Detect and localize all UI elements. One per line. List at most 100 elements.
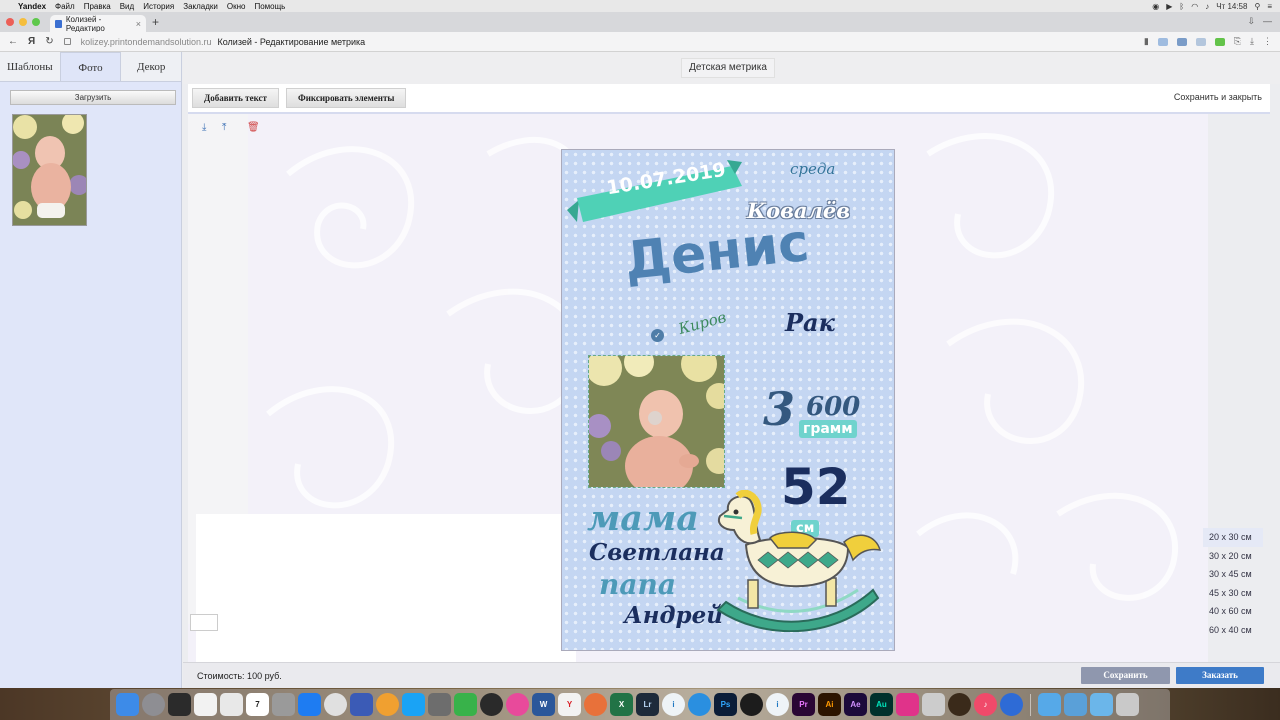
download-arrow-icon[interactable]: ⤓ <box>1250 36 1254 47</box>
extension-vpn-icon[interactable] <box>1176 37 1187 46</box>
stickies-icon[interactable] <box>220 693 243 716</box>
illustrator-icon[interactable]: Ai <box>818 693 841 716</box>
lock-icon[interactable] <box>63 38 71 45</box>
size-option-20x30[interactable]: 20 х 30 см <box>1203 528 1263 547</box>
bookmark-icon[interactable]: ▮ <box>1144 36 1149 47</box>
photoshop-icon[interactable]: Ps <box>714 693 737 716</box>
tab-decor[interactable]: Декор <box>121 52 181 81</box>
wifi-icon[interactable]: ◠ <box>1191 2 1198 11</box>
photos-icon[interactable] <box>376 693 399 716</box>
lightroom-icon[interactable]: Lr <box>636 693 659 716</box>
hidden-input-box[interactable] <box>190 614 218 631</box>
send-backward-icon[interactable]: ⤒ <box>222 122 226 133</box>
tab-photo[interactable]: Фото <box>59 52 122 81</box>
photo-thumbnail[interactable] <box>12 114 87 226</box>
download-icon[interactable]: ⇩ <box>1247 16 1255 27</box>
close-window-icon[interactable] <box>6 18 14 26</box>
url-page-title[interactable]: Колизей - Редактирование метрика <box>218 37 366 47</box>
system-preferences-icon[interactable] <box>428 693 451 716</box>
audition-icon[interactable]: Au <box>870 693 893 716</box>
menu-help[interactable]: Помощь <box>254 2 285 11</box>
safari-icon[interactable] <box>688 693 711 716</box>
word-icon[interactable]: W <box>532 693 555 716</box>
zoom-window-icon[interactable] <box>32 18 40 26</box>
info-app-2-icon[interactable]: i <box>766 693 789 716</box>
keynote-icon[interactable] <box>350 693 373 716</box>
trash-icon[interactable] <box>1116 693 1139 716</box>
after-effects-icon[interactable]: Ae <box>844 693 867 716</box>
yandex-icon[interactable]: Y <box>558 693 581 716</box>
disk-utility-icon[interactable] <box>922 693 945 716</box>
finder-icon[interactable] <box>116 693 139 716</box>
clock[interactable]: Чт 14:58 <box>1216 2 1247 11</box>
clover-icon[interactable] <box>454 693 477 716</box>
bring-forward-icon[interactable]: ⤓ <box>202 122 206 133</box>
birth-city[interactable]: Киров <box>676 308 728 338</box>
check-icon[interactable]: ✓ <box>651 329 664 342</box>
share-icon[interactable]: ⎘ <box>1234 36 1241 47</box>
notes-icon[interactable] <box>194 693 217 716</box>
screen-app-icon[interactable] <box>896 693 919 716</box>
launchpad-icon[interactable] <box>142 693 165 716</box>
volume-icon[interactable]: ♪ <box>1205 2 1209 11</box>
extension-download-icon[interactable] <box>1214 37 1225 46</box>
bluetooth-icon[interactable]: ᛒ <box>1179 2 1184 11</box>
dvd-player-icon[interactable] <box>948 693 971 716</box>
menu-window[interactable]: Окно <box>227 2 246 11</box>
pen-tool-icon[interactable] <box>740 693 763 716</box>
sun-app-icon[interactable] <box>584 693 607 716</box>
menu-app-name[interactable]: Yandex <box>18 2 46 11</box>
music-icon[interactable]: ♪ <box>974 693 997 716</box>
quicktime-icon[interactable] <box>1000 693 1023 716</box>
menu-view[interactable]: Вид <box>120 2 134 11</box>
premiere-icon[interactable]: Pr <box>792 693 815 716</box>
color-picker-icon[interactable] <box>506 693 529 716</box>
add-text-button[interactable]: Добавить текст <box>192 88 279 108</box>
size-option-30x45[interactable]: 30 х 45 см <box>1203 565 1263 584</box>
first-name[interactable]: Денис <box>622 213 812 292</box>
weight-unit-badge[interactable]: грамм <box>799 420 857 438</box>
downloads-folder-icon[interactable] <box>1090 693 1113 716</box>
mission-control-icon[interactable] <box>168 693 191 716</box>
size-option-60x40[interactable]: 60 х 40 см <box>1203 621 1263 640</box>
back-icon[interactable]: ← <box>8 36 18 47</box>
zodiac-sign[interactable]: Рак <box>785 308 835 337</box>
folder-icon[interactable] <box>1038 693 1061 716</box>
save-and-close-link[interactable]: Сохранить и закрыть <box>1174 92 1262 102</box>
minimize-window-icon[interactable] <box>19 18 27 26</box>
menu-bookmarks[interactable]: Закладки <box>183 2 218 11</box>
chrome-icon[interactable] <box>324 693 347 716</box>
weight-kilograms[interactable]: 3 <box>763 382 795 436</box>
url-domain[interactable]: kolizey.printondemandsolution.ru <box>81 37 212 47</box>
excel-icon[interactable]: X <box>610 693 633 716</box>
size-option-40x60[interactable]: 40 х 60 см <box>1203 602 1263 621</box>
order-button[interactable]: Заказать <box>1176 667 1264 684</box>
metric-poster[interactable]: 10.07.2019 среда Ковалёв Денис ✓ Киров Р… <box>561 149 895 651</box>
spotlight-icon[interactable]: ⚲ <box>1254 2 1260 11</box>
weight-grams[interactable]: 600 <box>806 392 860 422</box>
extension-translate-icon[interactable] <box>1195 37 1206 46</box>
calendar-icon[interactable]: 7 <box>246 693 269 716</box>
play-icon[interactable]: ▶ <box>1166 2 1172 11</box>
mother-name[interactable]: Светлана <box>589 539 725 566</box>
more-icon[interactable]: ⋮ <box>1263 36 1272 47</box>
tab-close-icon[interactable]: × <box>136 19 141 29</box>
menu-file[interactable]: Файл <box>55 2 75 11</box>
record-icon[interactable]: ◉ <box>1152 2 1159 11</box>
appstore-blue-icon[interactable] <box>402 693 425 716</box>
upload-button[interactable]: Загрузить <box>10 90 176 105</box>
menu-list-icon[interactable]: ≡ <box>1267 2 1272 11</box>
tab-templates[interactable]: Шаблоны <box>0 52 60 81</box>
browser-tab[interactable]: Колизей - Редактиро × <box>50 15 146 33</box>
chromatic-icon[interactable] <box>480 693 503 716</box>
size-option-30x20[interactable]: 30 х 20 см <box>1203 547 1263 566</box>
baby-photo[interactable] <box>588 355 725 488</box>
delete-icon[interactable]: 🗑 <box>247 122 260 133</box>
rocking-horse-decor[interactable] <box>708 490 888 632</box>
yandex-logo-icon[interactable]: Я <box>28 36 35 47</box>
photos-booth-icon[interactable] <box>272 693 295 716</box>
extension-cloud-icon[interactable] <box>1157 37 1168 46</box>
size-option-45x30[interactable]: 45 х 30 см <box>1203 584 1263 603</box>
menu-edit[interactable]: Правка <box>84 2 111 11</box>
app-store-icon[interactable] <box>298 693 321 716</box>
